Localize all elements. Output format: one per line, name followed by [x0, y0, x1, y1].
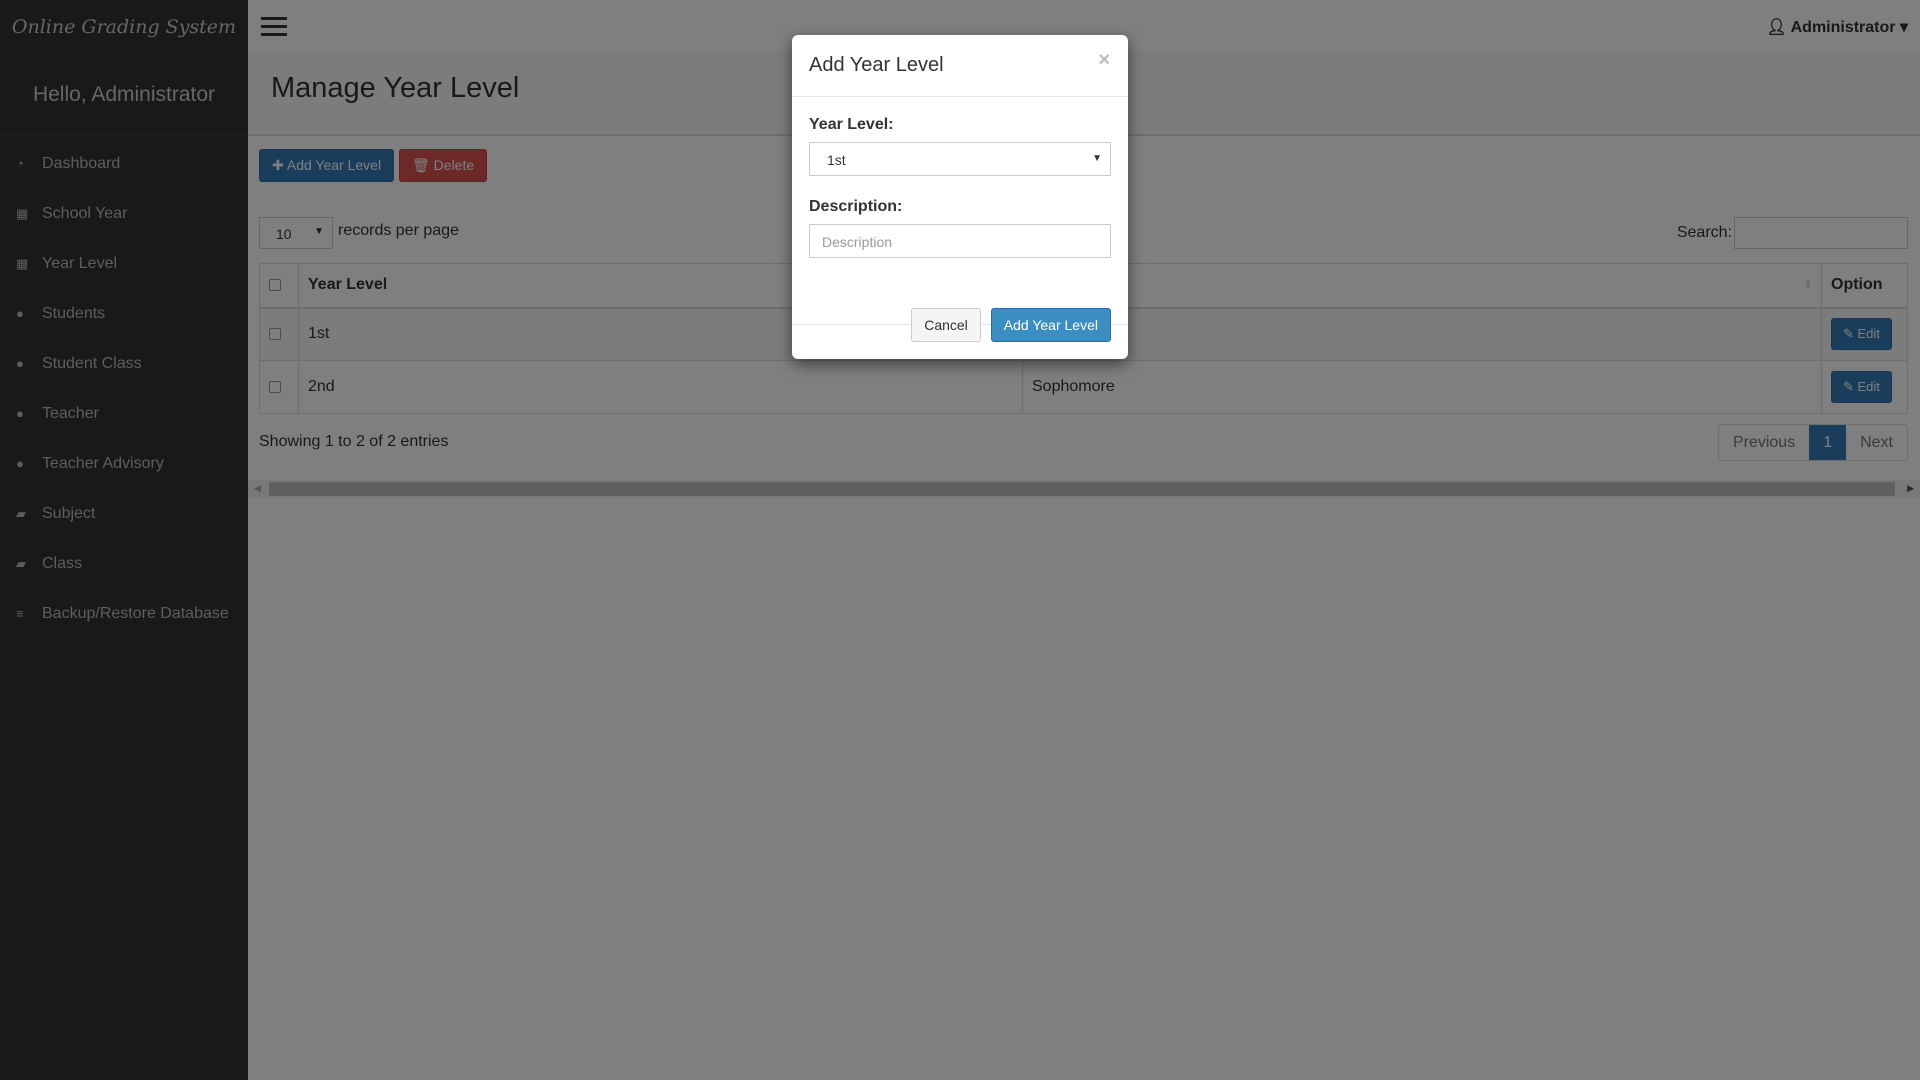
- year-level-select[interactable]: 1st ▼: [809, 142, 1111, 176]
- add-year-level-modal: Add Year Level × Year Level: 1st ▼ Descrip…: [792, 35, 1128, 359]
- caret-down-icon: ▼: [1092, 153, 1102, 164]
- description-label: Description:: [809, 198, 903, 215]
- year-level-label: Year Level:: [809, 116, 894, 133]
- close-icon[interactable]: ×: [1098, 49, 1110, 72]
- submit-add-year-level-button[interactable]: Add Year Level: [990, 308, 1111, 342]
- modal-title: Add Year Level: [809, 54, 944, 76]
- description-input[interactable]: Description: [809, 224, 1111, 258]
- cancel-button[interactable]: Cancel: [911, 308, 981, 342]
